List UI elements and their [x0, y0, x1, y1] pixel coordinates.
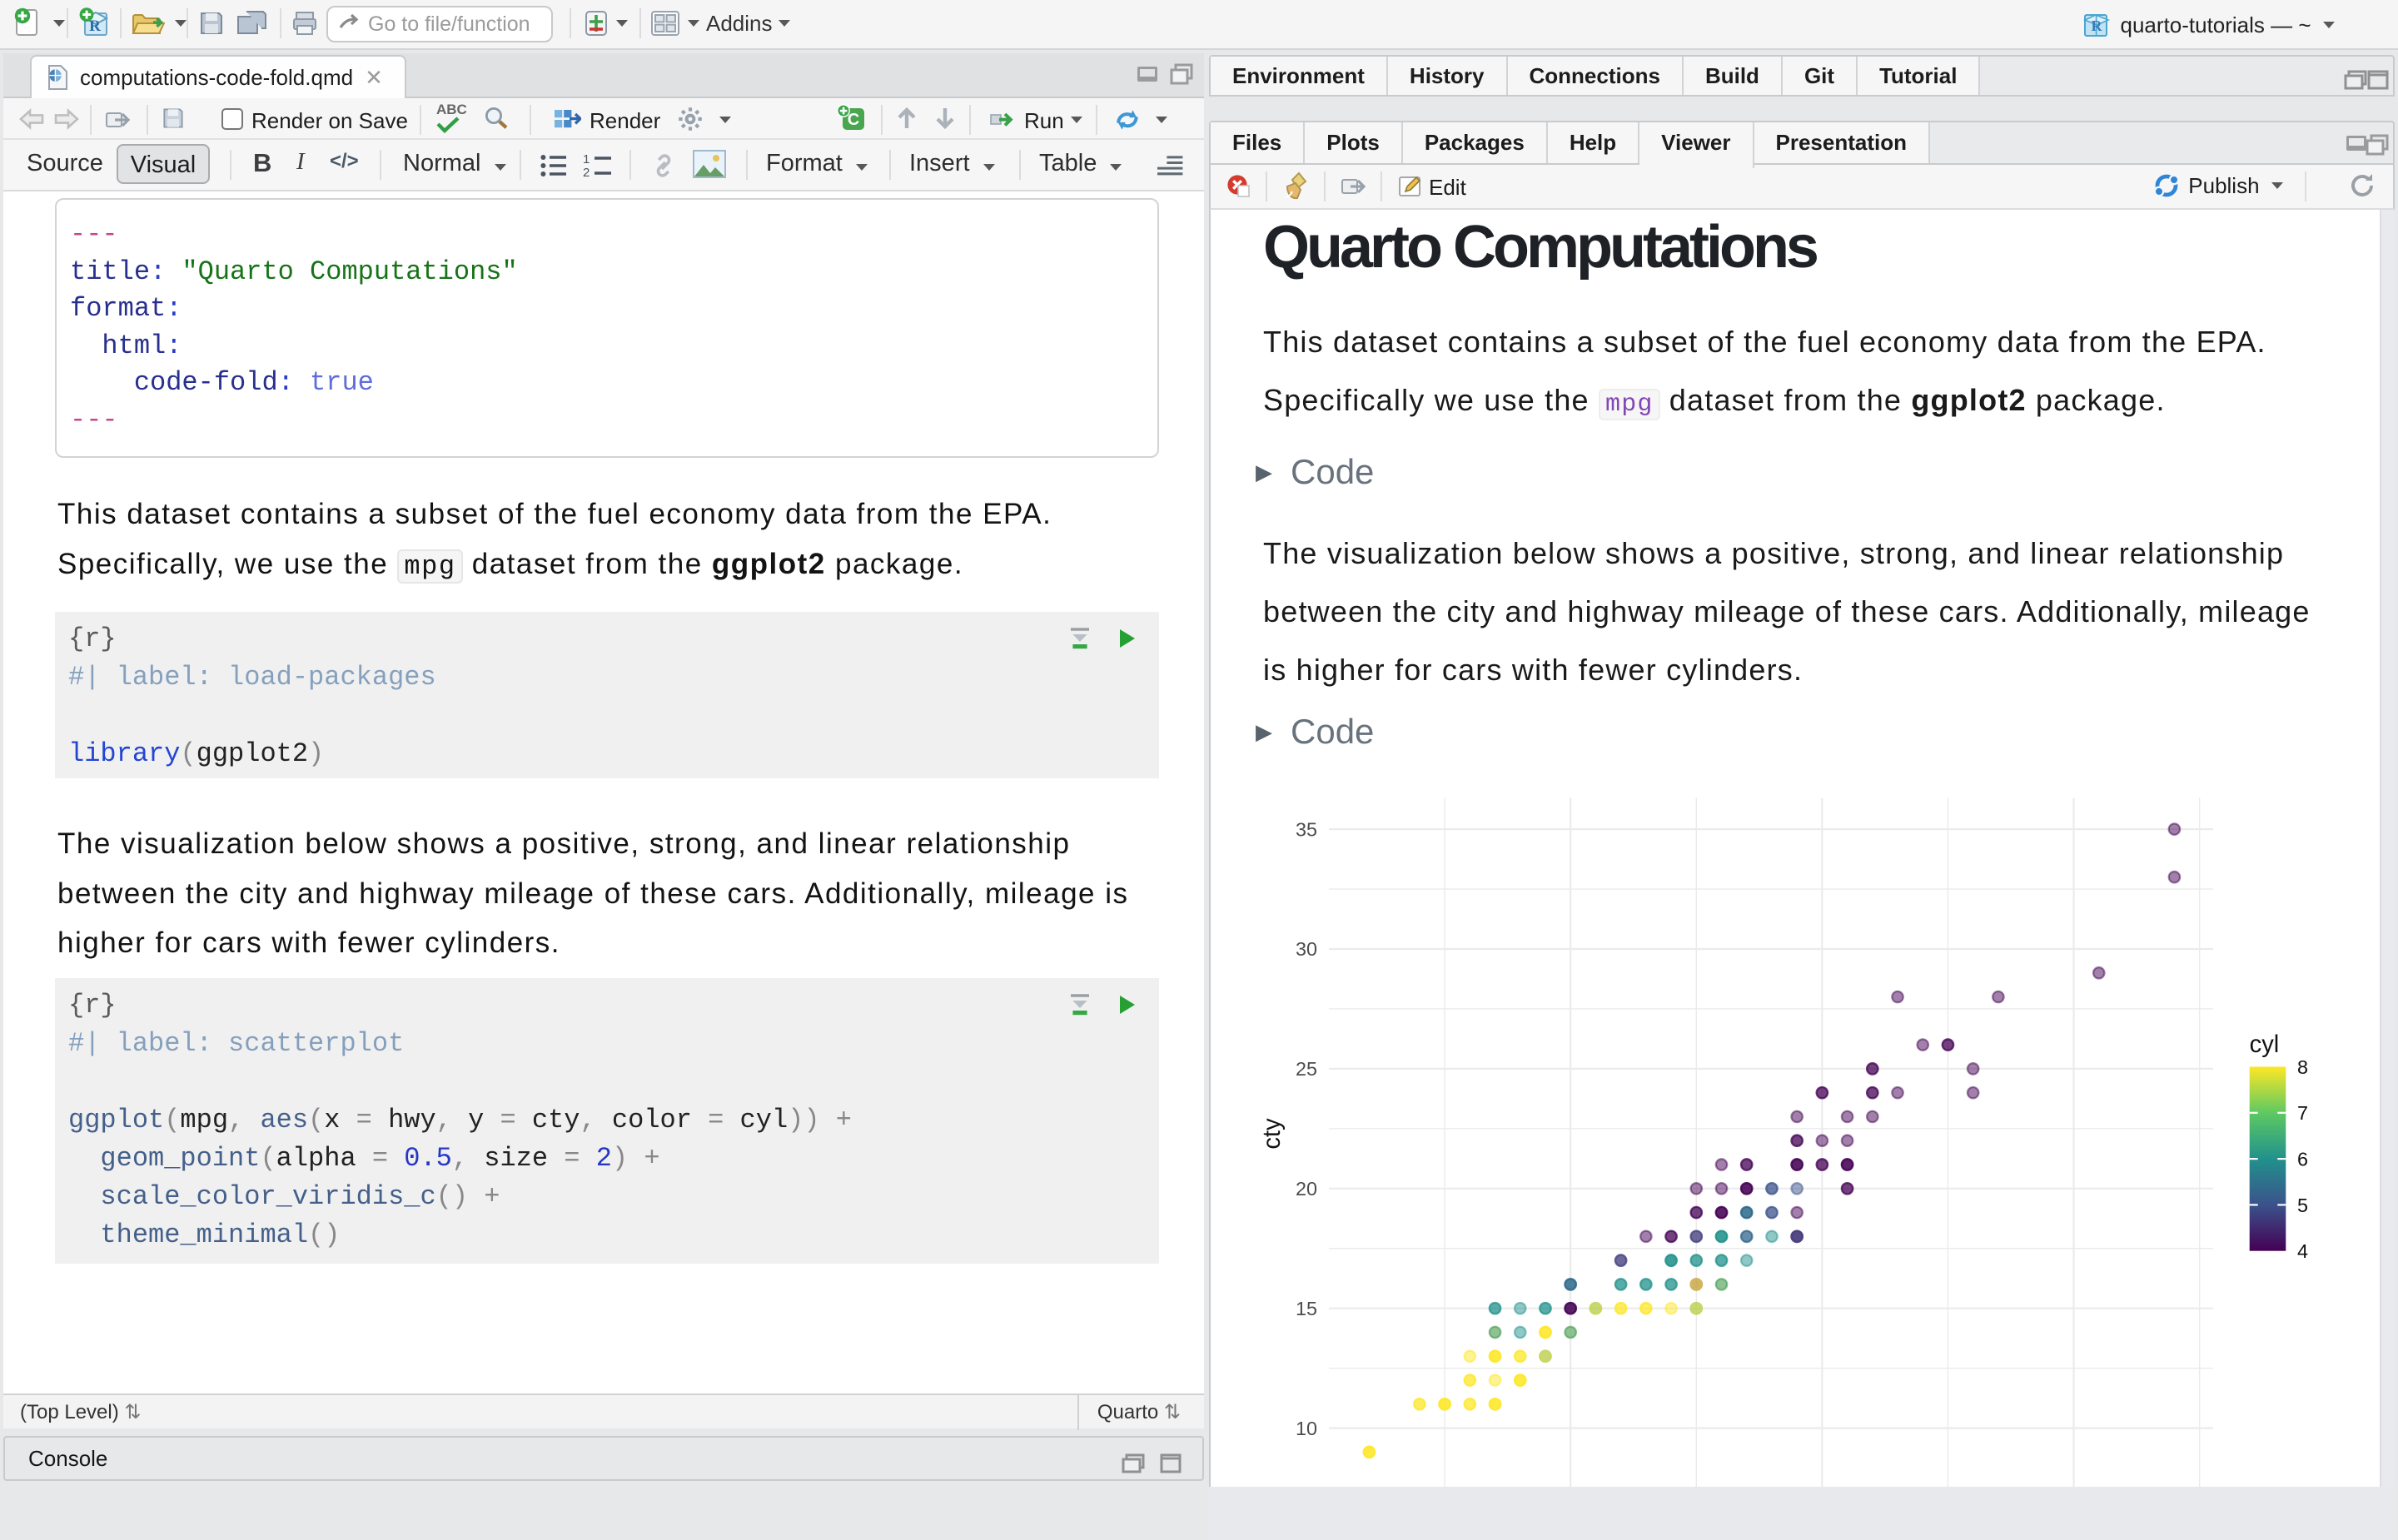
svg-text:cty: cty — [1259, 1118, 1286, 1150]
svg-text:8: 8 — [2297, 1056, 2308, 1078]
svg-text:2: 2 — [583, 166, 590, 178]
svg-text:7: 7 — [2297, 1102, 2308, 1124]
svg-text:10: 10 — [1296, 1418, 1317, 1439]
svg-text:15: 15 — [1296, 1298, 1317, 1319]
svg-text:1: 1 — [583, 153, 590, 166]
svg-text:35: 35 — [1296, 818, 1317, 840]
svg-text:5: 5 — [2297, 1195, 2308, 1216]
svg-text:25: 25 — [1296, 1058, 1317, 1080]
svg-text:cyl: cyl — [2250, 1031, 2280, 1058]
svg-text:6: 6 — [2297, 1149, 2308, 1170]
svg-text:R: R — [2091, 17, 2102, 34]
svg-text:4: 4 — [2297, 1240, 2308, 1262]
svg-text:20: 20 — [1296, 1178, 1317, 1200]
svg-text:30: 30 — [1296, 938, 1317, 960]
